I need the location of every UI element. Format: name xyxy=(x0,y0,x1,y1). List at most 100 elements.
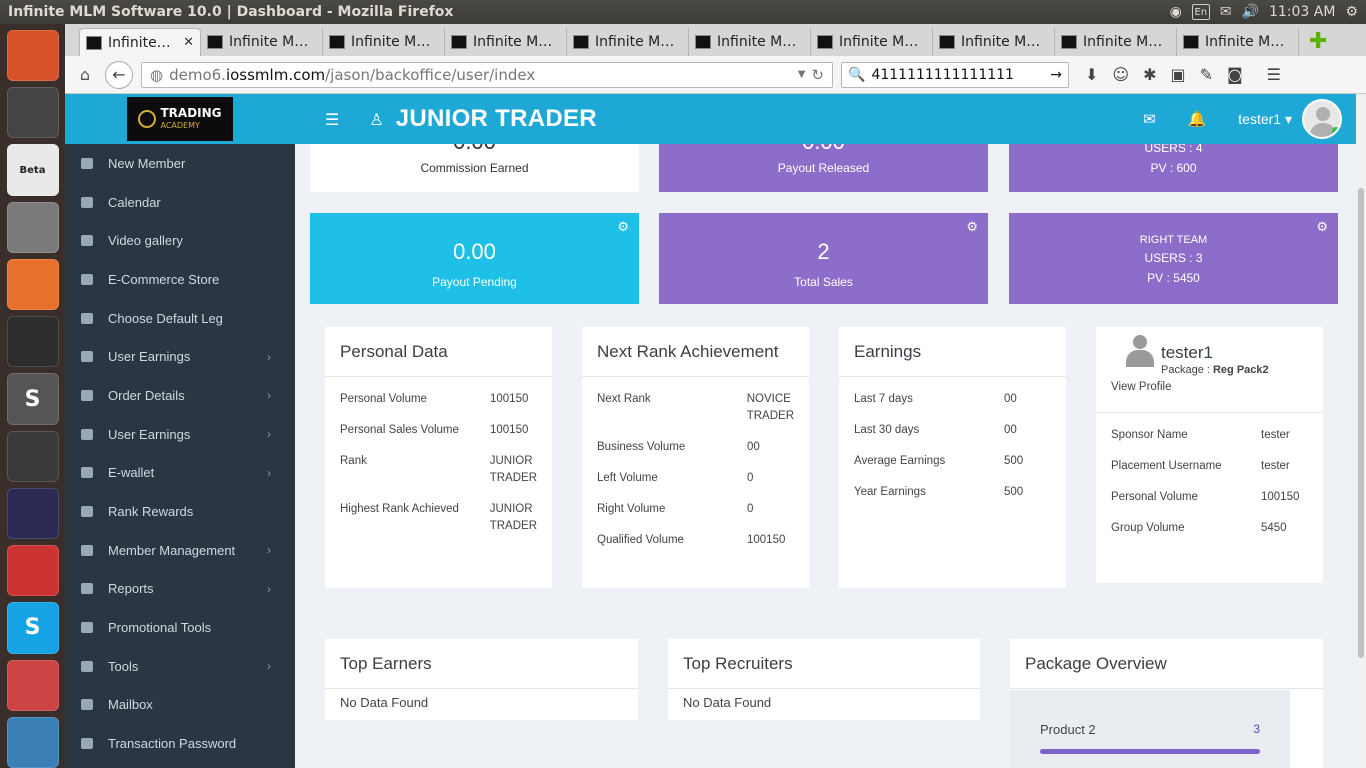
terminal-icon[interactable] xyxy=(6,316,59,368)
browser-tab[interactable]: Infinite M… xyxy=(1055,28,1177,56)
jmeter-icon[interactable] xyxy=(6,659,59,711)
browser-tab[interactable]: Infinite M… xyxy=(201,28,323,56)
url-bar[interactable]: ◍ demo6.iossmlm.com/jason/backoffice/use… xyxy=(141,61,833,88)
firefox-icon[interactable] xyxy=(6,258,59,311)
screenshot-icon[interactable]: ✎ xyxy=(1200,65,1213,84)
dropdown-icon[interactable]: ▼ xyxy=(798,69,806,80)
browser-tab[interactable]: Infinite M… xyxy=(1177,28,1299,56)
main-content: 0.00 Commission Earned 0.00 Payout Relea… xyxy=(295,94,1356,768)
top-recruiters-title: Top Recruiters xyxy=(668,639,980,689)
data-row: Qualified Volume 100150 xyxy=(597,534,786,546)
gear-icon[interactable]: ⚙ xyxy=(617,219,629,235)
data-row: Average Earnings 500 xyxy=(854,455,1024,467)
search-input[interactable]: 4111111111111111 xyxy=(871,67,1044,83)
extension-icon[interactable]: ✱ xyxy=(1143,65,1156,84)
next-rank-title: Next Rank Achievement xyxy=(582,327,809,377)
sidebar-item-calendar[interactable]: Calendar xyxy=(65,183,295,222)
mail-icon[interactable]: ✉ xyxy=(1220,4,1232,20)
personal-data-title: Personal Data xyxy=(325,327,552,377)
envelope-icon[interactable]: ✉ xyxy=(1143,110,1156,128)
sidebar-item-user-earnings[interactable]: User Earnings › xyxy=(65,337,295,376)
sidebar-item-tools[interactable]: Tools › xyxy=(65,647,295,686)
user-dropdown[interactable]: tester1 ▾ xyxy=(1238,111,1292,128)
browser-tab[interactable]: Infinite M… xyxy=(567,28,689,56)
favicon-icon xyxy=(207,35,223,49)
chat-icon[interactable]: ☺ xyxy=(1112,65,1129,84)
reports-icon xyxy=(81,583,93,595)
sidebar-item-e-commerce-store[interactable]: E-Commerce Store xyxy=(65,260,295,299)
sidebar-item-transaction-password[interactable]: Transaction Password xyxy=(65,724,295,763)
total-sales-caption: Total Sales xyxy=(794,275,853,289)
sublime-icon[interactable]: S xyxy=(6,373,59,425)
trading-academy-logo[interactable]: TRADING ACADEMY xyxy=(127,97,233,141)
logo-area: TRADING ACADEMY xyxy=(65,94,295,144)
browser-tab[interactable]: Infinite… ✕ xyxy=(79,28,201,56)
workbench-icon[interactable] xyxy=(6,716,59,768)
sidebar-item-e-wallet[interactable]: E-wallet › xyxy=(65,454,295,493)
clock[interactable]: 11:03 AM xyxy=(1269,4,1335,20)
sidebar-item-new-member[interactable]: New Member xyxy=(65,144,295,183)
browser-tab[interactable]: Infinite M… xyxy=(933,28,1055,56)
window-title: Infinite MLM Software 10.0 | Dashboard -… xyxy=(8,4,454,20)
scrollbar-thumb[interactable] xyxy=(1358,188,1364,658)
sidebar: TRADING ACADEMY New Member Calendar Video g… xyxy=(65,94,295,768)
right-team-title: RIGHT TEAM xyxy=(1139,234,1208,246)
sidebar-item-promotional-tools[interactable]: Promotional Tools xyxy=(65,608,295,647)
go-arrow-icon[interactable]: → xyxy=(1050,67,1062,83)
ubuntu-icon[interactable] xyxy=(6,30,59,82)
e-wallet-icon xyxy=(81,467,93,479)
reader-icon[interactable]: ▣ xyxy=(1171,65,1186,84)
settings-icon[interactable]: ⚙ xyxy=(1345,4,1358,20)
chrome-beta-icon[interactable]: Beta xyxy=(6,144,59,196)
sidebar-item-mailbox[interactable]: Mailbox xyxy=(65,686,295,725)
crest-icon xyxy=(138,110,157,128)
data-row: Sponsor Name tester xyxy=(1111,429,1290,441)
eclipse-icon[interactable] xyxy=(6,487,59,540)
browser-tab[interactable]: Infinite M… xyxy=(323,28,445,56)
keyboard-layout[interactable]: En xyxy=(1191,4,1210,20)
new-tab-button[interactable]: ✚ xyxy=(1309,28,1327,56)
browser-tab[interactable]: Infinite M… xyxy=(689,28,811,56)
package-progress-fill xyxy=(1040,749,1260,754)
filezilla-icon[interactable] xyxy=(6,545,59,597)
avatar[interactable] xyxy=(1302,99,1342,139)
gear-icon[interactable]: ⚙ xyxy=(1316,219,1328,235)
gear-icon[interactable]: ⚙ xyxy=(966,219,978,235)
skype-icon[interactable]: S xyxy=(6,602,59,654)
bell-icon[interactable]: 🔔 xyxy=(1188,110,1207,128)
sidebar-item-choose-default-leg[interactable]: Choose Default Leg xyxy=(65,299,295,338)
e-commerce-store-icon xyxy=(81,273,93,285)
network-icon[interactable]: ◉ xyxy=(1170,4,1182,20)
download-icon[interactable]: ⬇ xyxy=(1085,65,1098,84)
text-editor-icon[interactable] xyxy=(6,430,59,482)
reload-icon[interactable]: ↻ xyxy=(811,66,824,84)
page-scrollbar[interactable] xyxy=(1356,94,1366,768)
chevron-right-icon: › xyxy=(267,388,271,403)
url-prefix: demo6. xyxy=(169,65,226,84)
browser-tab[interactable]: Infinite M… xyxy=(811,28,933,56)
sidebar-item-order-details[interactable]: Order Details › xyxy=(65,376,295,415)
sidebar-item-reports[interactable]: Reports › xyxy=(65,570,295,609)
sidebar-item-rank-rewards[interactable]: Rank Rewards xyxy=(65,492,295,531)
tab-bar: Infinite… ✕ Infinite M… Infinite M… Infinite… xyxy=(65,24,1366,56)
search-bar[interactable]: 🔍 4111111111111111 → xyxy=(841,61,1069,88)
sidebar-item-user-earnings-2[interactable]: User Earnings › xyxy=(65,415,295,454)
addon-icon[interactable]: ◙ xyxy=(1227,65,1243,84)
calculator-icon[interactable] xyxy=(6,87,59,139)
menu-icon[interactable]: ☰ xyxy=(1267,65,1281,84)
data-row: Personal Volume 100150 xyxy=(1111,491,1300,503)
favicon-icon xyxy=(817,35,833,49)
files-icon[interactable] xyxy=(6,201,59,253)
sidebar-item-video-gallery[interactable]: Video gallery xyxy=(65,221,295,260)
back-button[interactable]: ← xyxy=(105,60,133,89)
menu-toggle-icon[interactable]: ☰ xyxy=(325,110,339,129)
payout-pending-tile: ⚙ 0.00 Payout Pending xyxy=(310,213,639,304)
total-sales-value: 2 xyxy=(817,239,830,264)
browser-tab[interactable]: Infinite M… xyxy=(445,28,567,56)
close-tab-icon[interactable]: ✕ xyxy=(183,35,194,50)
volume-icon[interactable]: 🔊 xyxy=(1242,4,1259,20)
payout-pending-value: 0.00 xyxy=(453,239,496,264)
home-icon[interactable]: ⌂ xyxy=(73,65,97,84)
sidebar-item-member-management[interactable]: Member Management › xyxy=(65,531,295,570)
view-profile-link[interactable]: View Profile xyxy=(1111,381,1172,393)
